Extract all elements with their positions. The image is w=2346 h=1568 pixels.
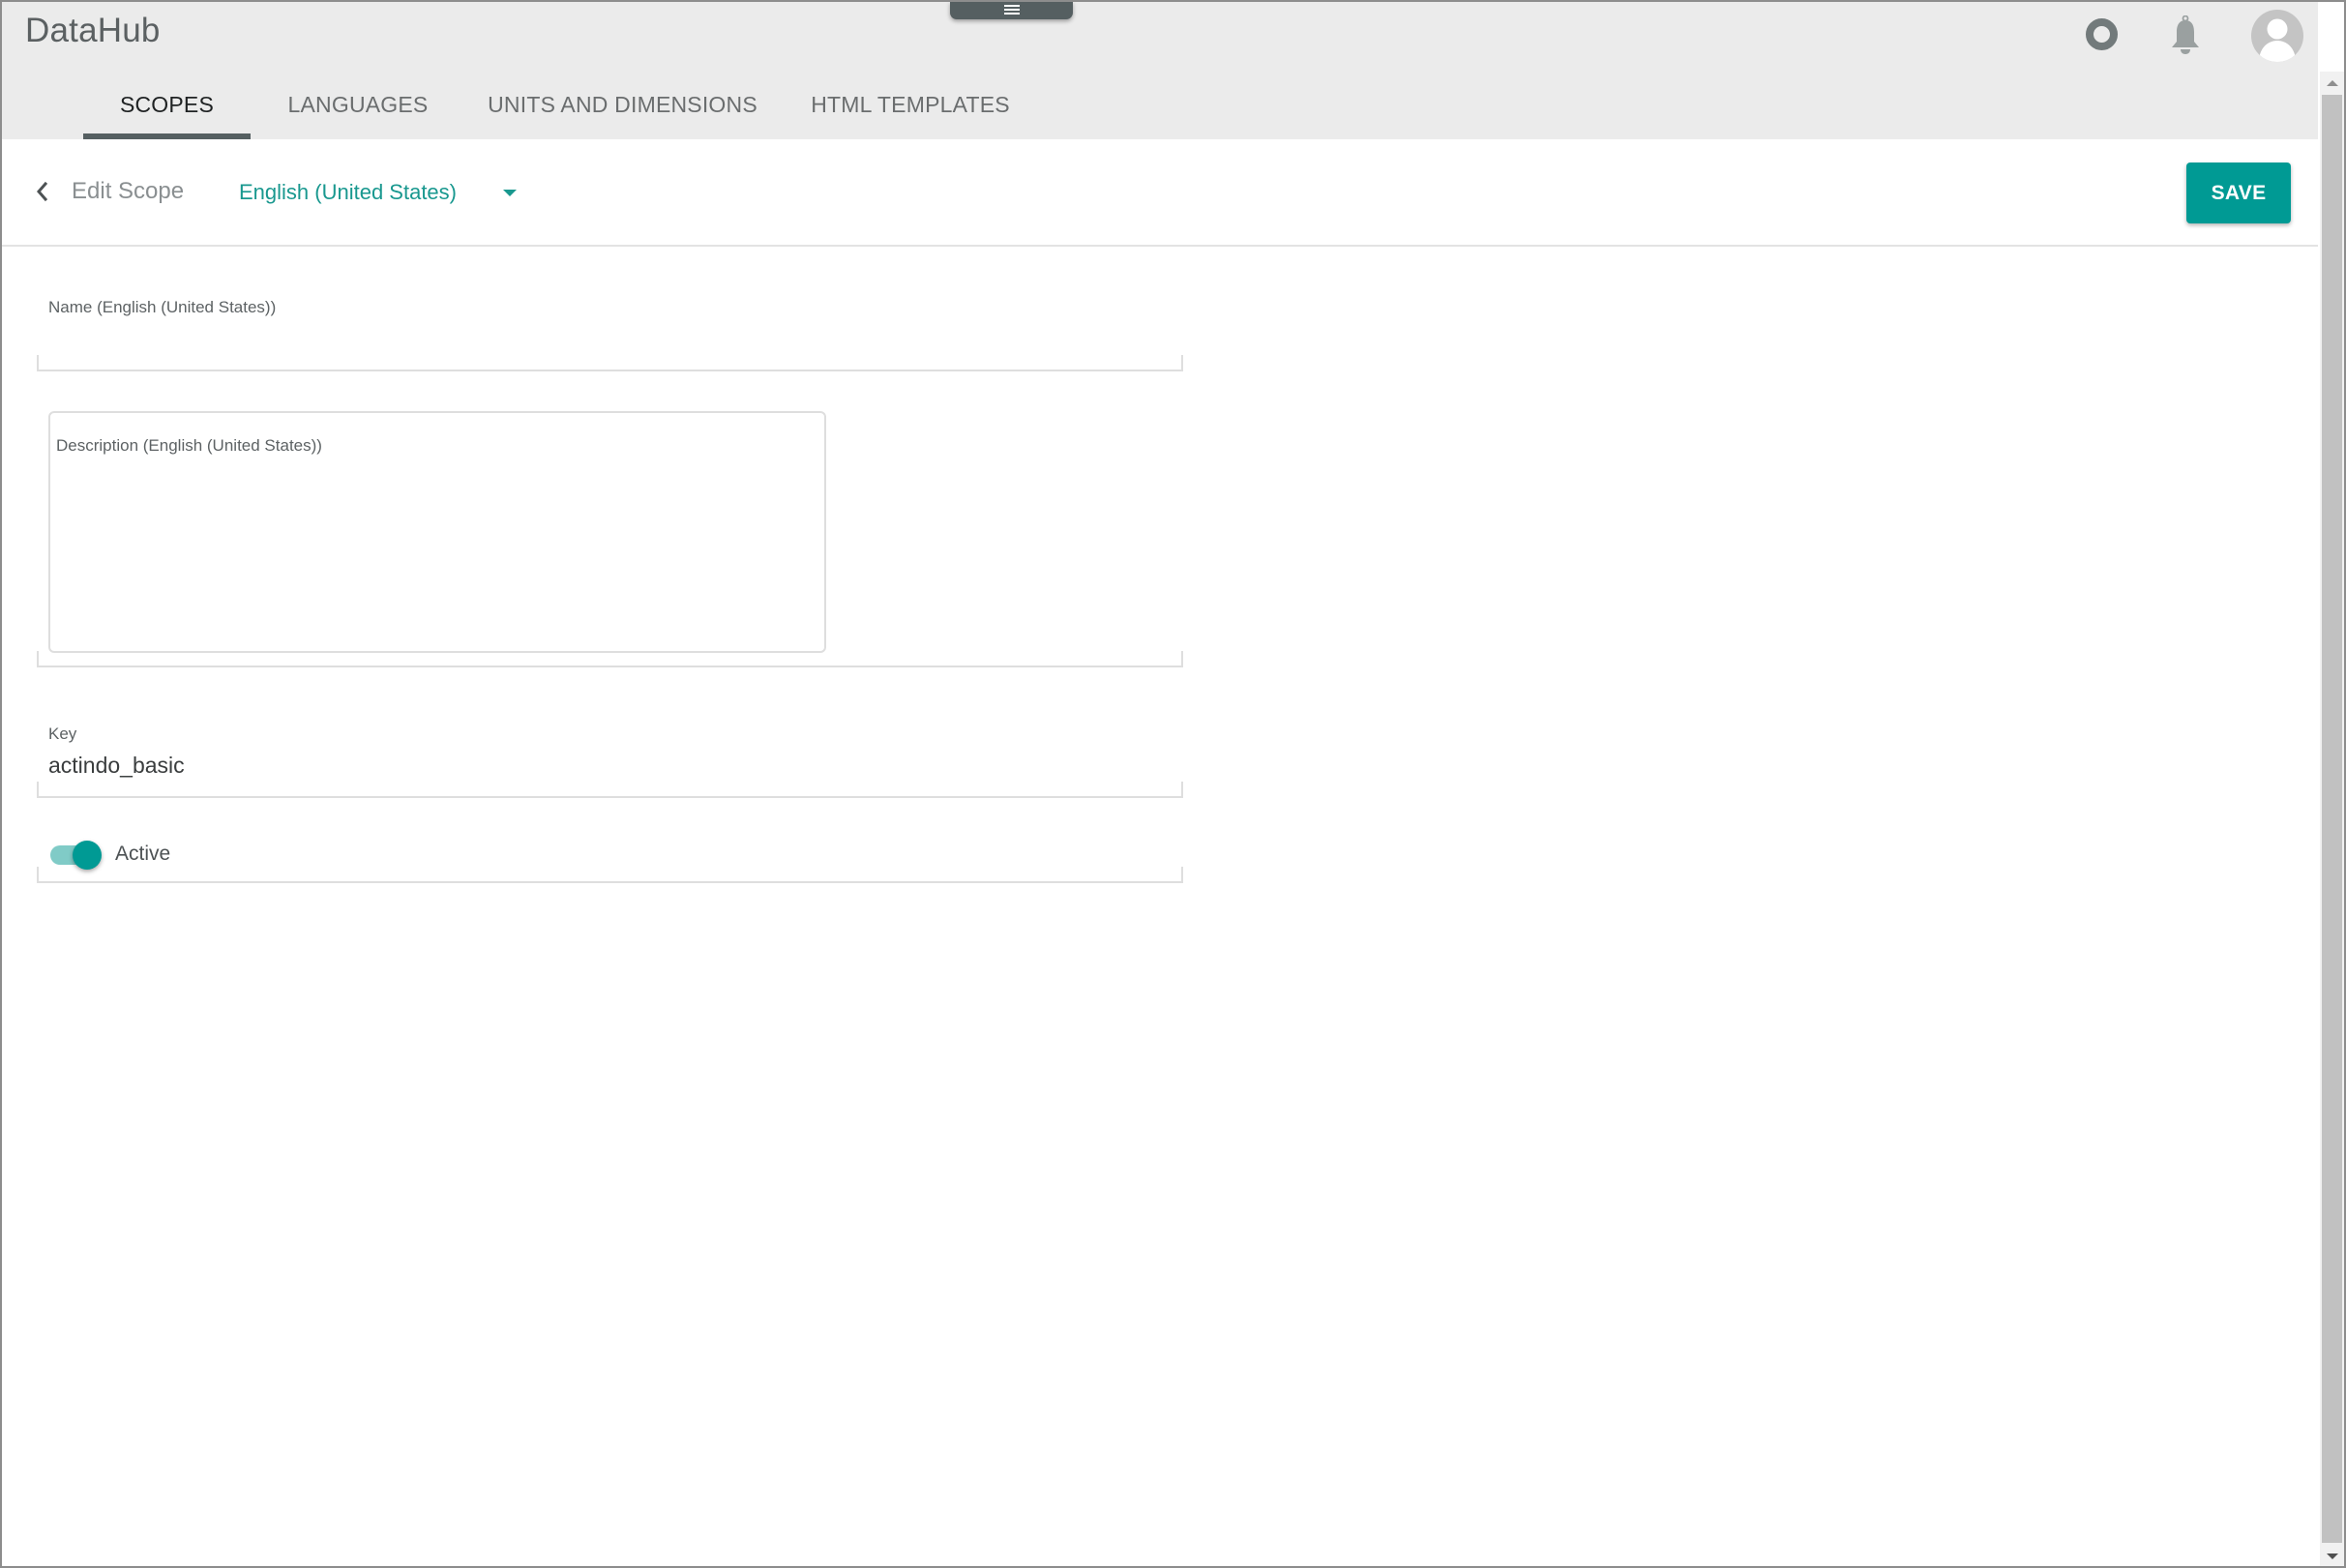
- chevron-left-icon[interactable]: [33, 178, 52, 205]
- scroll-down-button[interactable]: [2320, 1545, 2344, 1566]
- name-field-label: Name (English (United States)): [48, 298, 277, 316]
- tab-label: LANGUAGES: [287, 92, 429, 117]
- user-avatar-icon[interactable]: [2251, 10, 2303, 62]
- description-box: Description (English (United States)): [48, 411, 826, 653]
- tab-languages[interactable]: LANGUAGES: [251, 79, 465, 139]
- tab-bar: SCOPES LANGUAGES UNITS AND DIMENSIONS HT…: [83, 79, 1041, 139]
- toggle-knob: [73, 841, 102, 870]
- name-field: Name (English (United States)): [37, 292, 1183, 371]
- tab-label: HTML TEMPLATES: [811, 92, 1010, 117]
- tab-label: UNITS AND DIMENSIONS: [488, 92, 757, 117]
- edit-toolbar: Edit Scope English (United States) SAVE: [2, 139, 2318, 247]
- active-field: Active: [37, 824, 1183, 883]
- description-textarea[interactable]: [56, 465, 811, 639]
- description-field: Description (English (United States)): [37, 408, 1183, 667]
- tab-units-and-dimensions[interactable]: UNITS AND DIMENSIONS: [465, 79, 780, 139]
- name-input[interactable]: [48, 323, 1171, 358]
- scroll-up-button[interactable]: [2320, 72, 2344, 95]
- field-underline: [37, 782, 1183, 798]
- menu-toggle-button[interactable]: [950, 2, 1073, 19]
- app-title: DataHub: [25, 12, 161, 49]
- key-input[interactable]: [48, 749, 1171, 782]
- field-underline: [37, 651, 1183, 667]
- tab-scopes[interactable]: SCOPES: [83, 79, 251, 139]
- description-field-label: Description (English (United States)): [56, 436, 322, 455]
- language-dropdown[interactable]: English (United States): [239, 176, 517, 209]
- vertical-scrollbar[interactable]: [2320, 72, 2344, 1566]
- bell-icon[interactable]: [2168, 15, 2203, 56]
- scrollbar-thumb[interactable]: [2322, 95, 2342, 1543]
- arrow-down-icon: [2326, 1553, 2338, 1559]
- active-toggle-label: Active: [115, 843, 171, 865]
- field-underline: [37, 867, 1183, 883]
- language-selected-value: English (United States): [239, 180, 457, 204]
- tab-label: SCOPES: [119, 92, 215, 117]
- caret-down-icon: [503, 189, 517, 196]
- app-window: DataHub SCOPES LANGUAGES UNITS AND DIMEN…: [0, 0, 2346, 1568]
- key-field: Key: [37, 718, 1183, 798]
- save-button[interactable]: SAVE: [2186, 163, 2291, 223]
- key-field-label: Key: [48, 725, 77, 743]
- app-header: DataHub SCOPES LANGUAGES UNITS AND DIMEN…: [2, 2, 2318, 139]
- tab-html-templates[interactable]: HTML TEMPLATES: [780, 79, 1041, 139]
- page-title: Edit Scope: [72, 178, 185, 204]
- hamburger-menu-icon: [1003, 4, 1020, 15]
- arrow-up-icon: [2326, 80, 2338, 86]
- status-ring-icon[interactable]: [2086, 18, 2118, 50]
- active-toggle[interactable]: [50, 841, 103, 870]
